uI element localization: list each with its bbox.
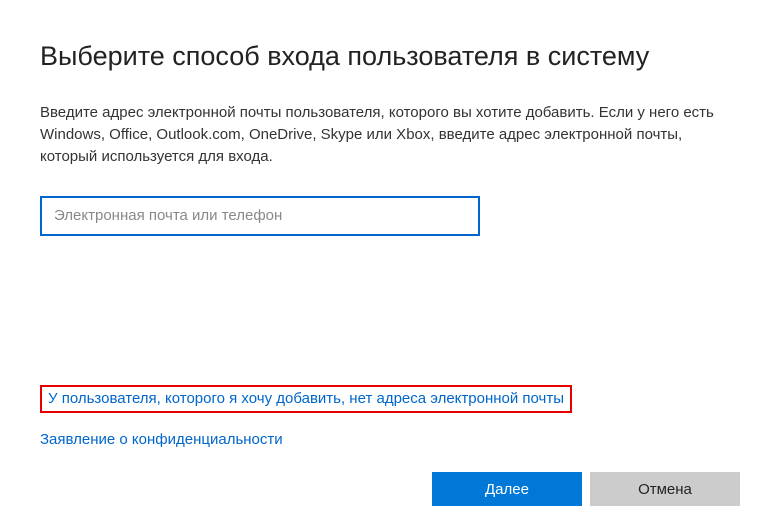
next-button[interactable]: Далее (432, 472, 582, 506)
no-email-link[interactable]: У пользователя, которого я хочу добавить… (48, 390, 564, 407)
privacy-statement-link[interactable]: Заявление о конфиденциальности (40, 431, 572, 448)
dialog-title: Выберите способ входа пользователя в сис… (40, 40, 740, 72)
cancel-button[interactable]: Отмена (590, 472, 740, 506)
links-area: У пользователя, которого я хочу добавить… (40, 385, 572, 448)
dialog-description: Введите адрес электронной почты пользова… (40, 102, 720, 167)
email-phone-input[interactable] (40, 196, 480, 236)
no-email-link-highlight: У пользователя, которого я хочу добавить… (40, 385, 572, 413)
add-user-dialog: Выберите способ входа пользователя в сис… (0, 0, 780, 522)
button-bar: Далее Отмена (432, 472, 740, 506)
